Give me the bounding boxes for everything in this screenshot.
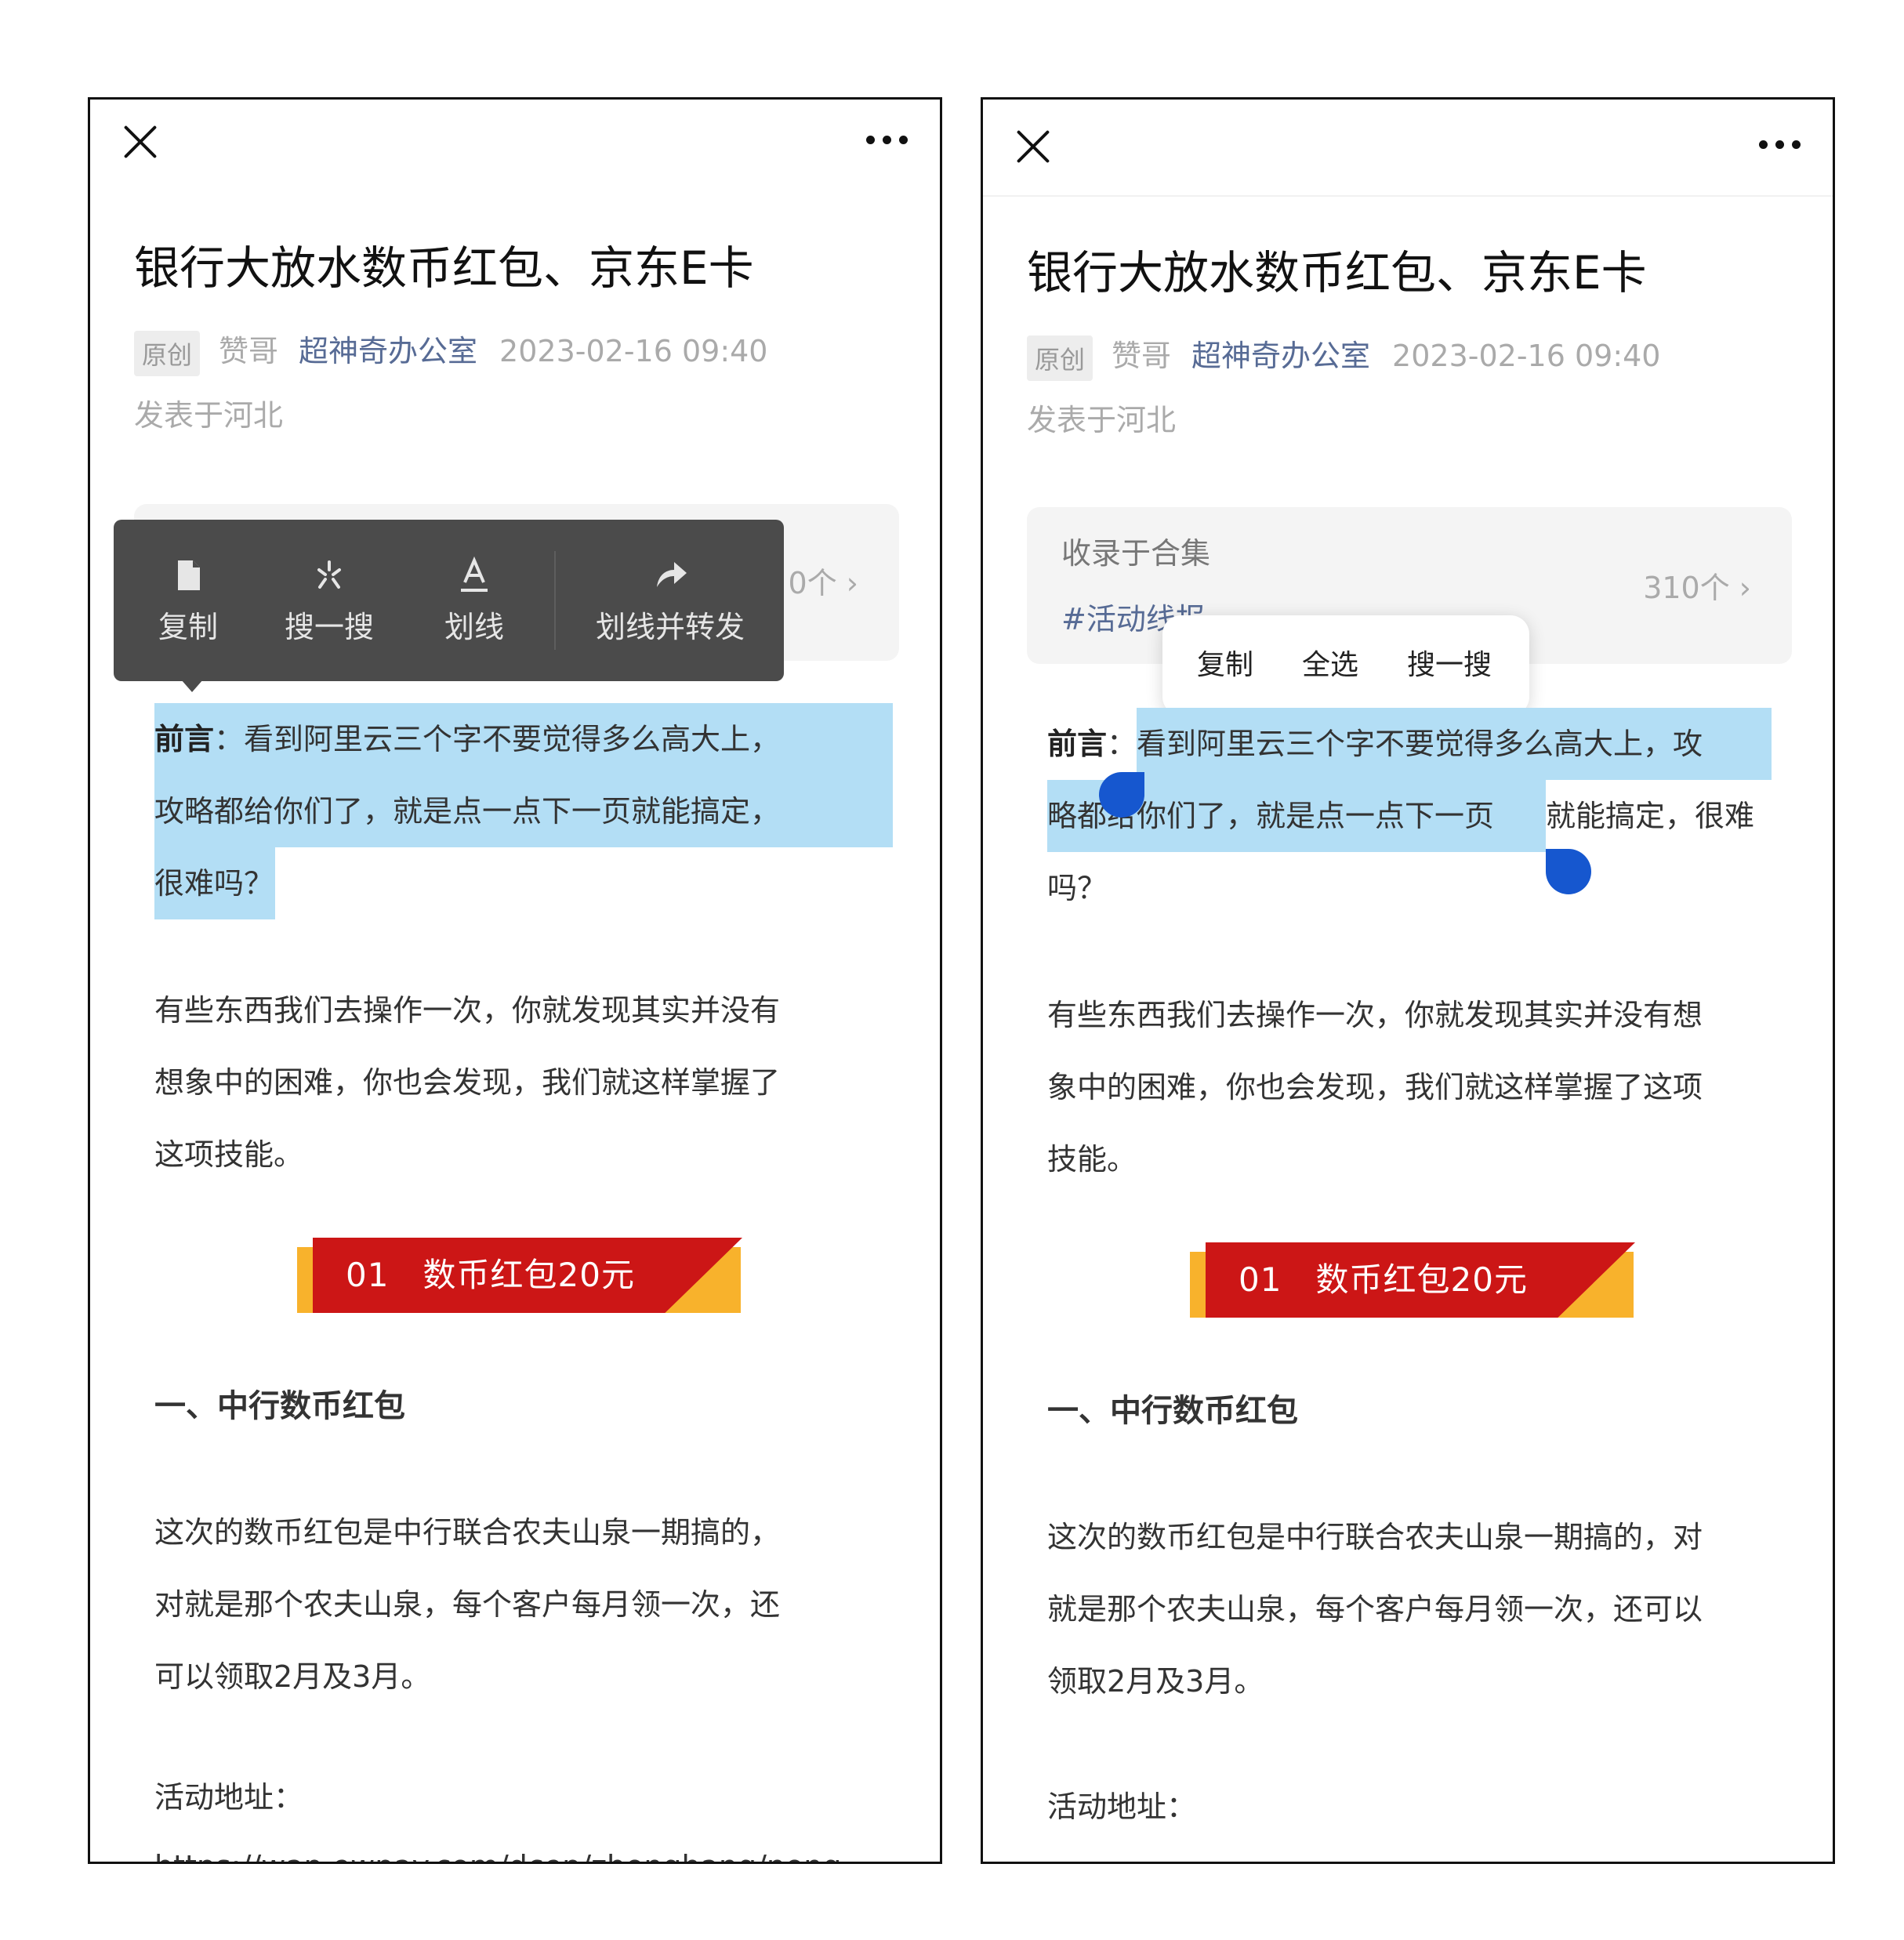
collection-count: 0个 › — [788, 566, 858, 600]
more-icon[interactable] — [1759, 140, 1801, 150]
publish-date: 2023-02-16 09:40 — [1392, 339, 1661, 373]
original-tag: 原创 — [134, 330, 201, 376]
document-icon — [178, 560, 200, 590]
menu-copy[interactable]: 复制 — [1197, 615, 1253, 716]
para1-line-1: 有些东西我们去操作一次，你就发现其实并没有想 — [1047, 998, 1703, 1032]
menu-pointer — [181, 680, 203, 692]
menu-search[interactable]: 搜一搜 — [263, 520, 396, 681]
address-url[interactable]: https://wap.ewpay.com/dcep/zhonghang/non… — [1047, 1841, 1734, 1862]
preface-line-2: 攻略都给你们了，就是点一点下一页就能搞定， — [154, 775, 893, 847]
menu-underline-share[interactable]: 划线并转发 — [576, 520, 764, 681]
preface-line-3: 吗？ — [1047, 871, 1108, 905]
para1-line-2: 想象中的困难，你也会发现，我们就这样掌握了 — [154, 1065, 781, 1100]
menu-copy[interactable]: 复制 — [129, 520, 247, 681]
menu-search[interactable]: 搜一搜 — [1407, 615, 1492, 716]
address-url[interactable]: https://wap.ewpay.com/dcep/zhonghang/non… — [154, 1830, 841, 1862]
underline-icon — [461, 556, 488, 592]
section-banner: 01 数币红包20元 — [1190, 1242, 1635, 1318]
para2-line-2: 对就是那个农夫山泉，每个客户每月领一次，还 — [154, 1587, 781, 1622]
address-label: 活动地址： — [154, 1780, 304, 1815]
para1-line-3: 这项技能。 — [154, 1137, 304, 1172]
article-title: 银行大放水数币红包、京东E卡 — [1027, 246, 1647, 299]
address-label: 活动地址： — [1047, 1790, 1197, 1824]
share-arrow-icon — [657, 562, 687, 587]
para1-line-3: 技能。 — [1047, 1142, 1137, 1177]
para2-line-2: 就是那个农夫山泉，每个客户每月领一次，还可以 — [1047, 1592, 1703, 1626]
author-name: 赞哥 — [219, 334, 279, 368]
account-link[interactable]: 超神奇办公室 — [1191, 339, 1370, 373]
text-action-menu: 复制 搜一搜 划线 划线并转发 — [114, 520, 784, 692]
selection-end-handle[interactable] — [1546, 849, 1591, 894]
preface-line-1: 前言：看到阿里云三个字不要觉得多么高大上， — [154, 703, 893, 775]
close-icon[interactable] — [1014, 128, 1052, 165]
section-banner: 01 数币红包20元 — [297, 1238, 742, 1313]
article-meta: 原创 赞哥 超神奇办公室 2023-02-16 09:40 — [1027, 332, 1660, 381]
article-title: 银行大放水数币红包、京东E卡 — [134, 241, 754, 295]
menu-select-all[interactable]: 全选 — [1302, 615, 1358, 716]
author-name: 赞哥 — [1112, 339, 1172, 373]
section-heading: 一、中行数币红包 — [154, 1388, 405, 1424]
article-meta: 原创 赞哥 超神奇办公室 2023-02-16 09:40 — [134, 327, 767, 376]
right-screenshot: 银行大放水数币红包、京东E卡 原创 赞哥 超神奇办公室 2023-02-16 09:4… — [981, 97, 1835, 1864]
menu-shadow — [90, 100, 940, 805]
preface-line-2: 略都给你们了，就是点一点下一页 就能搞定，很难 — [1047, 780, 1754, 852]
menu-divider — [554, 551, 556, 650]
section-heading: 一、中行数币红包 — [1047, 1393, 1298, 1429]
selection-start-handle[interactable] — [1099, 772, 1144, 818]
para2-line-3: 可以领取2月及3月。 — [154, 1659, 431, 1694]
para1-line-1: 有些东西我们去操作一次，你就发现其实并没有 — [154, 993, 781, 1028]
preface-line-1: 前言：看到阿里云三个字不要觉得多么高大上，攻 — [1047, 708, 1772, 780]
search-spark-icon — [317, 560, 341, 589]
publish-location: 发表于河北 — [1027, 403, 1177, 437]
para2-line-1: 这次的数币红包是中行联合农夫山泉一期搞的，对 — [1047, 1520, 1703, 1554]
original-tag: 原创 — [1027, 335, 1093, 381]
para1-line-2: 象中的困难，你也会发现，我们就这样掌握了这项 — [1047, 1070, 1703, 1104]
collection-label: 收录于合集 — [1061, 536, 1211, 571]
preface-line-3: 很难吗？ — [154, 847, 276, 919]
para2-line-3: 领取2月及3月。 — [1047, 1664, 1264, 1699]
more-icon[interactable] — [866, 136, 908, 145]
menu-underline[interactable]: 划线 — [412, 520, 537, 681]
header-divider — [983, 195, 1833, 197]
publish-date: 2023-02-16 09:40 — [499, 334, 768, 368]
left-screenshot: 银行大放水数币红包、京东E卡 原创 赞哥 超神奇办公室 2023-02-16 09:4… — [88, 97, 942, 1864]
para2-line-1: 这次的数币红包是中行联合农夫山泉一期搞的， — [154, 1515, 781, 1550]
account-link[interactable]: 超神奇办公室 — [299, 334, 477, 368]
close-icon[interactable] — [121, 123, 159, 161]
collection-count: 310个 › — [1643, 571, 1751, 605]
text-action-menu: 复制 全选 搜一搜 — [1162, 615, 1529, 716]
publish-location: 发表于河北 — [134, 398, 284, 433]
